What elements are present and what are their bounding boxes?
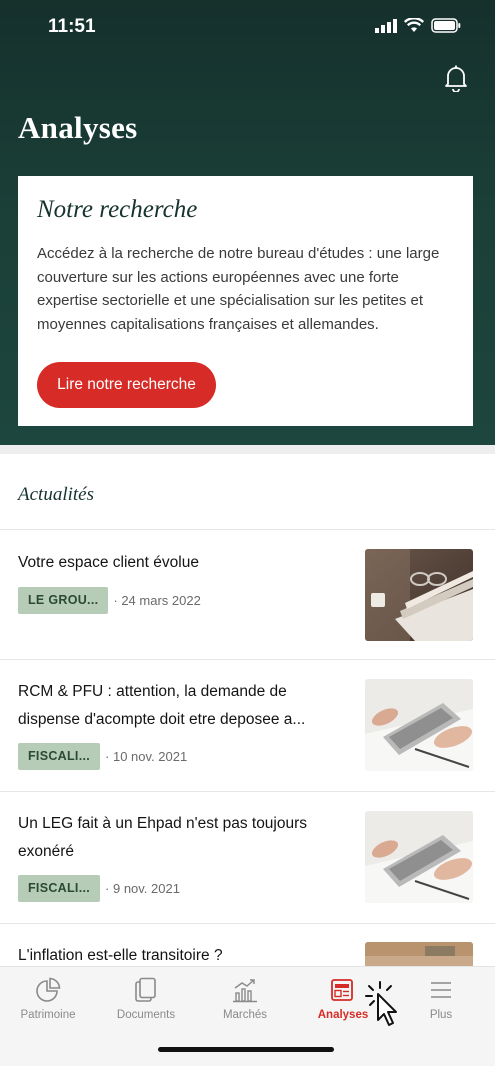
tab-label: Documents	[116, 1009, 176, 1021]
notification-bell-icon[interactable]	[443, 64, 469, 92]
news-date: · 9 nov. 2021	[105, 881, 180, 896]
news-date: · 24 mars 2022	[113, 593, 201, 608]
pie-chart-icon	[36, 977, 61, 1002]
section-divider	[0, 445, 495, 454]
news-meta: FISCALI... · 9 nov. 2021	[18, 875, 180, 902]
research-card: Notre recherche Accédez à la recherche d…	[18, 176, 473, 426]
news-title: RCM & PFU : attention, la demande de dis…	[18, 683, 306, 728]
category-tag: FISCALI...	[18, 743, 101, 770]
news-item[interactable]: RCM & PFU : attention, la demande de dis…	[0, 660, 495, 791]
category-tag: LE GROU...	[18, 587, 109, 614]
documents-stack-photo	[365, 549, 473, 641]
menu-icon	[431, 982, 451, 998]
research-description: Accédez à la recherche de notre bureau d…	[37, 245, 440, 333]
market-chart-icon	[233, 979, 257, 1003]
news-title: Un LEG fait à un Ehpad n'est pas toujour…	[18, 815, 308, 860]
calculator-photo	[365, 679, 473, 771]
research-title: Notre recherche	[37, 196, 198, 223]
status-bar: 11:51	[0, 0, 495, 56]
status-icons	[375, 18, 461, 33]
tab-label: Marchés	[222, 1009, 268, 1021]
tab-patrimoine[interactable]: Patrimoine	[3, 977, 93, 1021]
page-title: Analyses	[18, 110, 138, 145]
header-panel: 11:51 Analyses Notre recherche Accédez à…	[0, 0, 495, 445]
mouse-cursor-icon	[365, 981, 397, 1026]
read-research-button[interactable]: Lire notre recherche	[37, 362, 216, 408]
news-title: Votre espace client évolue	[18, 554, 199, 571]
tab-marches[interactable]: Marchés	[200, 977, 290, 1021]
status-time: 11:51	[48, 16, 96, 37]
tab-plus[interactable]: Plus	[396, 977, 486, 1021]
news-title: L'inflation est-elle transitoire ?	[18, 947, 223, 964]
signal-icon	[375, 18, 397, 33]
news-section-title: Actualités	[18, 484, 94, 505]
news-item[interactable]: Un LEG fait à un Ehpad n'est pas toujour…	[0, 792, 495, 923]
wifi-icon	[404, 18, 424, 32]
home-indicator	[158, 1047, 334, 1052]
category-tag: FISCALI...	[18, 875, 101, 902]
tab-label: Patrimoine	[20, 1009, 76, 1021]
calculator-photo	[365, 811, 473, 903]
news-item[interactable]: L'inflation est-elle transitoire ?	[0, 924, 495, 966]
news-meta: LE GROU... · 24 mars 2022	[18, 587, 201, 614]
documents-icon	[135, 977, 156, 1002]
news-meta: FISCALI... · 10 nov. 2021	[18, 743, 187, 770]
news-item[interactable]: Votre espace client évolue LE GROU... · …	[0, 530, 495, 660]
battery-icon	[431, 18, 461, 33]
tab-documents[interactable]: Documents	[101, 977, 191, 1021]
office-photo	[365, 942, 473, 966]
tab-label: Plus	[429, 1009, 453, 1021]
news-date: · 10 nov. 2021	[105, 749, 188, 764]
newspaper-icon	[331, 979, 353, 1001]
